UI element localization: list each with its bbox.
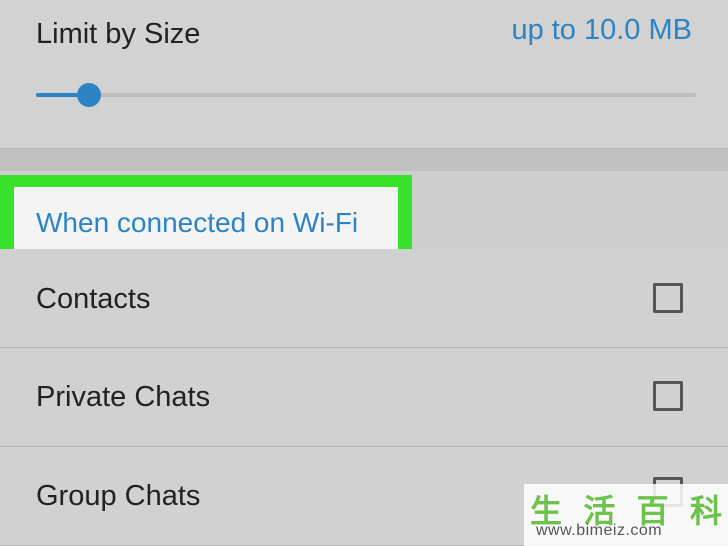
row-label: Private Chats <box>36 381 211 413</box>
row-label: Group Chats <box>36 480 201 512</box>
size-slider[interactable] <box>36 83 696 107</box>
watermark-char: 科 <box>689 493 722 529</box>
wifi-section-header: When connected on Wi-Fi <box>36 207 359 238</box>
row-label: Contacts <box>36 283 151 315</box>
list-item-private-chats[interactable]: Private Chats <box>0 348 728 447</box>
private-chats-checkbox[interactable] <box>653 381 683 411</box>
limit-by-size-setting: Limit by Size up to 10.0 MB <box>0 0 728 148</box>
section-divider <box>0 148 728 171</box>
limit-label: Limit by Size <box>36 18 201 50</box>
watermark-logo: 生 活 百 科 www.bimeiz.com <box>524 484 728 546</box>
limit-value: up to 10.0 MB <box>511 14 692 46</box>
watermark-url: www.bimeiz.com <box>536 522 663 539</box>
list-item-contacts[interactable]: Contacts <box>0 249 728 348</box>
contacts-checkbox[interactable] <box>653 283 683 313</box>
slider-thumb[interactable] <box>76 83 101 107</box>
